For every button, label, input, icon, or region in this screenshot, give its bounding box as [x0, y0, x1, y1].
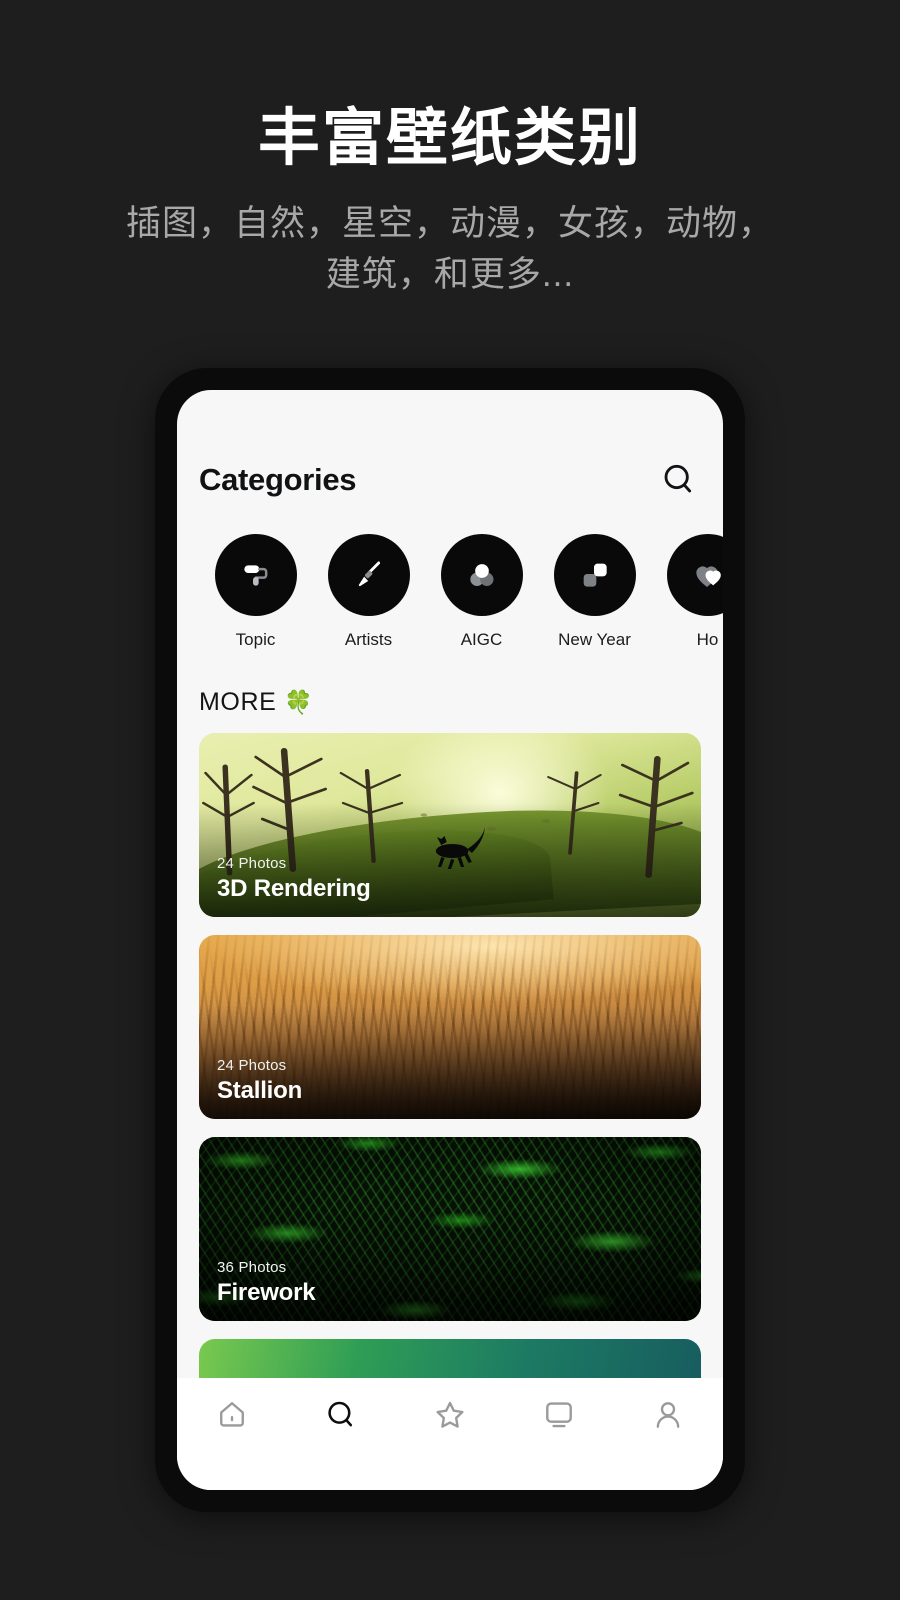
- category-label: Topic: [235, 630, 276, 649]
- category-item-aigc[interactable]: AIGC: [425, 534, 538, 650]
- person-icon: [649, 1396, 687, 1434]
- phone-screen: Categories Topic Artists AIGC New Year H…: [177, 390, 723, 1490]
- category-label: Artists: [344, 630, 393, 649]
- bottom-navigation-bar[interactable]: [177, 1378, 723, 1490]
- home-icon: [213, 1396, 251, 1434]
- app-title: Categories: [199, 462, 357, 497]
- category-strip[interactable]: Topic Artists AIGC New Year Ho: [177, 500, 723, 650]
- paint-brush-icon: [327, 534, 410, 616]
- card-title: 3D Rendering: [217, 875, 371, 902]
- heart-icon: [666, 534, 723, 616]
- category-item-artists[interactable]: Artists: [312, 534, 425, 650]
- category-label: New Year: [558, 630, 631, 649]
- category-card-firework[interactable]: 36 Photos Firework: [199, 1137, 701, 1321]
- card-text-block: 24 Photos 3D Rendering: [217, 855, 371, 903]
- card-photo-count: 36 Photos: [217, 1259, 287, 1276]
- page-title: 丰富壁纸类别: [257, 104, 642, 173]
- two-squares-icon: [553, 534, 636, 616]
- category-item-new-year[interactable]: New Year: [538, 534, 651, 650]
- category-card-list[interactable]: 24 Photos 3D Rendering 24 Photos Stallio…: [177, 717, 723, 1378]
- app-header: Categories: [177, 390, 723, 500]
- search-icon: [322, 1396, 360, 1434]
- three-circles-icon: [440, 534, 523, 616]
- card-text-block: 36 Photos Firework: [217, 1259, 316, 1307]
- category-label: Ho: [696, 630, 719, 649]
- more-label: MORE: [199, 688, 277, 716]
- card-photo-count: 24 Photos: [217, 855, 287, 872]
- nav-item-favorite[interactable]: [395, 1396, 504, 1434]
- search-icon[interactable]: [659, 460, 699, 500]
- nav-item-search[interactable]: [286, 1396, 395, 1434]
- card-title: Firework: [217, 1279, 316, 1306]
- phone-mockup-frame: Categories Topic Artists AIGC New Year H…: [155, 368, 745, 1512]
- card-text-block: 24 Photos Stallion: [217, 1057, 302, 1105]
- category-label: AIGC: [460, 630, 503, 649]
- promo-page: 丰富壁纸类别 插图，自然，星空，动漫，女孩，动物，建筑，和更多... Categ…: [0, 0, 900, 1600]
- page-subtitle: 插图，自然，星空，动漫，女孩，动物，建筑，和更多...: [125, 204, 774, 295]
- category-item-home[interactable]: Ho: [651, 534, 723, 650]
- category-card-partial[interactable]: [199, 1339, 701, 1378]
- card-title: Stallion: [217, 1077, 303, 1104]
- monitor-icon: [540, 1396, 578, 1434]
- card-photo-count: 24 Photos: [217, 1057, 287, 1074]
- clover-icon: 🍀: [284, 689, 314, 715]
- more-section-header: MORE 🍀: [177, 650, 723, 717]
- category-card-3d-rendering[interactable]: 24 Photos 3D Rendering: [199, 733, 701, 917]
- star-icon: [431, 1396, 469, 1434]
- nav-item-screen[interactable]: [505, 1396, 614, 1434]
- card-artwork-aurora: [199, 1339, 701, 1378]
- nav-item-home[interactable]: [177, 1396, 286, 1434]
- category-card-stallion[interactable]: 24 Photos Stallion: [199, 935, 701, 1119]
- nav-item-profile[interactable]: [614, 1396, 723, 1434]
- paint-roller-icon: [214, 534, 297, 616]
- category-item-topic[interactable]: Topic: [199, 534, 312, 650]
